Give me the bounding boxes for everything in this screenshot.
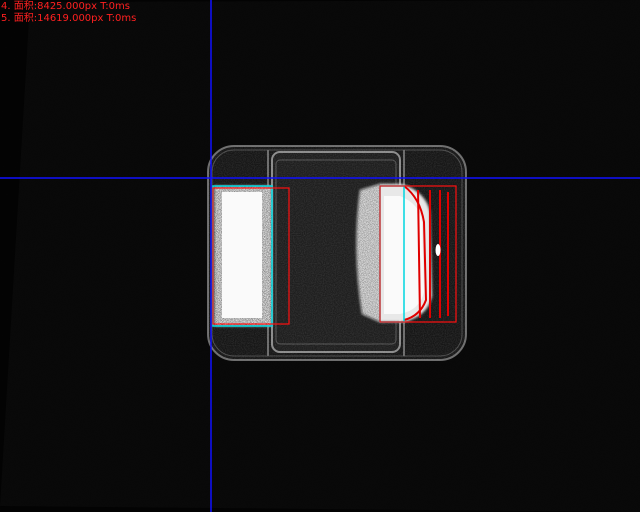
left-electrode xyxy=(214,186,272,326)
measurement-result-4: 4. 面积:8425.000px T:0ms xyxy=(1,1,130,12)
inspection-viewport[interactable]: 4. 面积:8425.000px T:0ms 5. 面积:14619.000px… xyxy=(0,0,640,512)
measurement-result-5: 5. 面积:14619.000px T:0ms xyxy=(1,13,137,24)
camera-image xyxy=(0,0,640,512)
